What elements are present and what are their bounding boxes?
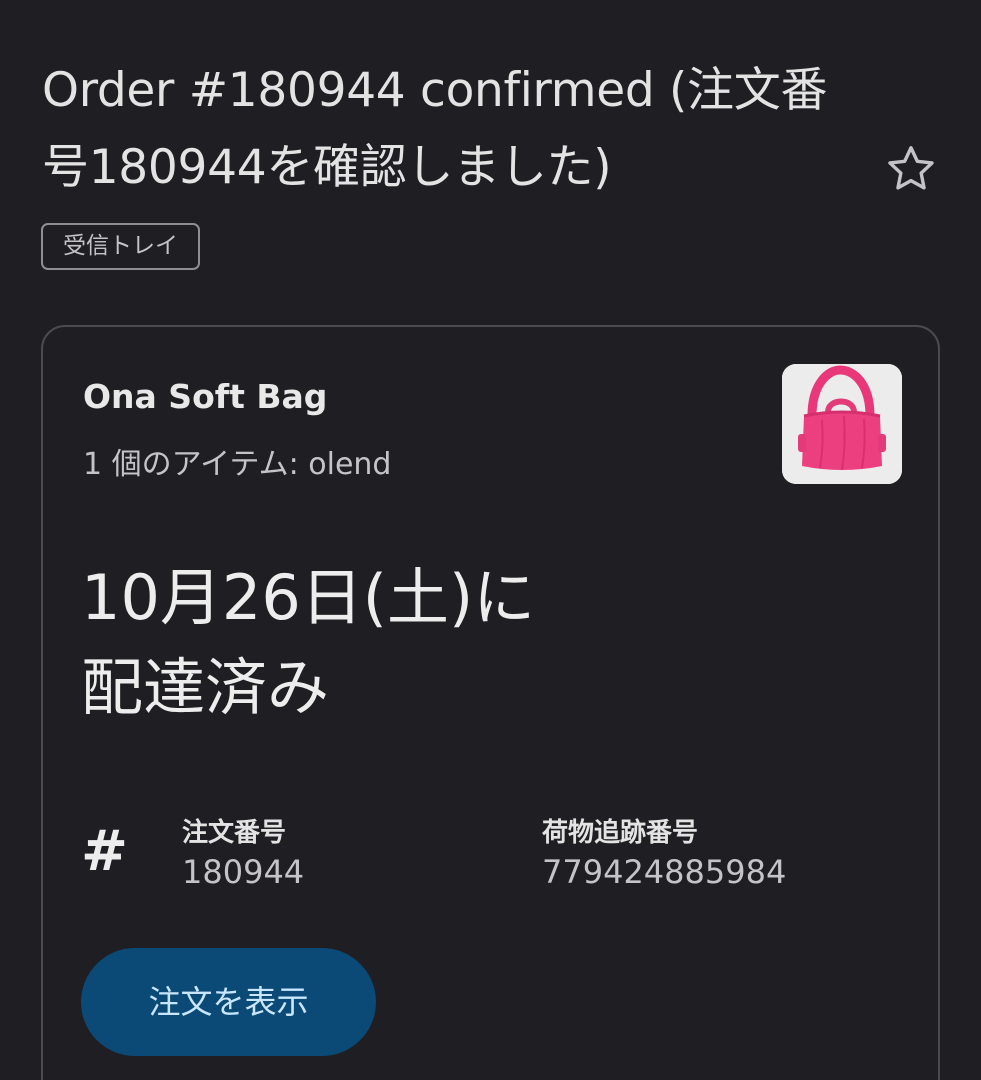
order-number-block: 注文番号 180944 [182, 815, 304, 893]
delivery-status-date: 10月26日(土)に [81, 561, 536, 634]
email-subject: Order #180944 confirmed (注文番号180944を確認しま… [42, 63, 828, 195]
tracking-number-value[interactable]: 779424885984 [542, 851, 786, 893]
order-card: Ona Soft Bag 1 個のアイテム: olend 10月26日(土)に … [41, 325, 940, 1080]
hash-icon: # [81, 819, 128, 884]
delivery-status: 10月26日(土)に 配達済み [81, 553, 681, 733]
view-order-button[interactable]: 注文を表示 [81, 948, 376, 1056]
order-number-label: 注文番号 [182, 818, 287, 848]
star-icon[interactable] [882, 140, 940, 198]
order-number-value: 180944 [182, 853, 305, 891]
delivery-status-state: 配達済み [81, 651, 330, 724]
tracking-number-block: 荷物追跡番号 779424885984 [542, 815, 786, 893]
product-name: Ona Soft Bag [83, 377, 328, 416]
item-summary: 1 個のアイテム: olend [83, 447, 392, 482]
product-thumbnail[interactable] [782, 364, 902, 484]
inbox-label-chip[interactable]: 受信トレイ [41, 223, 200, 270]
tracking-number-label: 荷物追跡番号 [542, 818, 699, 848]
email-view: Order #180944 confirmed (注文番号180944を確認しま… [0, 0, 981, 1080]
